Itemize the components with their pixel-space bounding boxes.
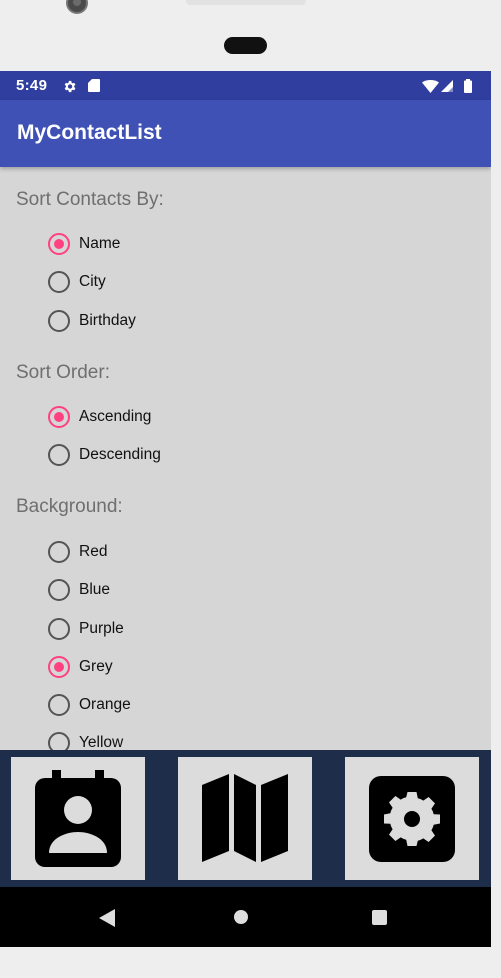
map-icon: [202, 774, 288, 862]
radio-bg-red[interactable]: Red: [48, 540, 107, 564]
radio-button[interactable]: [48, 444, 70, 466]
radio-button-checked[interactable]: [48, 406, 70, 428]
app-bar: MyContactList: [0, 100, 491, 167]
radio-label: Blue: [79, 581, 111, 598]
battery-icon: [464, 79, 472, 93]
radio-label: Red: [79, 543, 108, 560]
settings-gear-icon: [369, 776, 455, 862]
radio-button[interactable]: [48, 271, 70, 293]
radio-label: Name: [79, 235, 121, 252]
contact-list-icon: [35, 770, 121, 867]
background-title: Background:: [16, 496, 123, 517]
radio-order-descending[interactable]: Descending: [48, 443, 161, 467]
radio-bg-purple[interactable]: Purple: [48, 617, 124, 641]
radio-label: Ascending: [79, 408, 152, 425]
radio-button[interactable]: [48, 310, 70, 332]
radio-order-ascending[interactable]: Ascending: [48, 405, 151, 429]
sd-card-icon: [88, 79, 100, 92]
home-icon[interactable]: [234, 910, 248, 924]
map-button[interactable]: [178, 757, 312, 880]
back-icon[interactable]: [99, 909, 115, 927]
radio-label: Purple: [79, 620, 124, 637]
radio-label: Birthday: [79, 312, 136, 329]
bottom-nav-bar: [0, 750, 491, 887]
radio-label: City: [79, 273, 106, 290]
signal-icon: [441, 80, 453, 92]
radio-button[interactable]: [48, 541, 70, 563]
settings-icon: [64, 80, 76, 93]
status-time: 5:49: [16, 77, 48, 94]
radio-button[interactable]: [48, 694, 70, 716]
sort-by-title: Sort Contacts By:: [16, 189, 164, 210]
system-nav-bar: [0, 887, 491, 947]
device-frame: 5:49 MyContactList Sort Contacts By: Nam…: [0, 0, 501, 978]
earpiece-speaker: [224, 37, 267, 54]
top-sensor: [186, 0, 306, 5]
front-camera: [66, 0, 88, 14]
settings-button[interactable]: [345, 757, 479, 880]
app-title: MyContactList: [17, 121, 162, 144]
radio-bg-grey[interactable]: Grey: [48, 655, 113, 679]
radio-bg-orange[interactable]: Orange: [48, 693, 131, 717]
radio-label: Grey: [79, 658, 113, 675]
wifi-icon: [422, 80, 439, 93]
radio-label: Orange: [79, 696, 131, 713]
radio-button[interactable]: [48, 579, 70, 601]
radio-label: Descending: [79, 446, 161, 463]
radio-sort-birthday[interactable]: Birthday: [48, 309, 136, 333]
radio-sort-name[interactable]: Name: [48, 232, 120, 256]
sort-order-title: Sort Order:: [16, 362, 110, 383]
radio-button-checked[interactable]: [48, 656, 70, 678]
screen: 5:49 MyContactList Sort Contacts By: Nam…: [0, 71, 491, 947]
status-bar: 5:49: [0, 71, 491, 100]
radio-sort-city[interactable]: City: [48, 270, 106, 294]
recents-icon[interactable]: [372, 910, 387, 925]
contact-list-button[interactable]: [11, 757, 145, 880]
radio-button[interactable]: [48, 618, 70, 640]
radio-button-checked[interactable]: [48, 233, 70, 255]
radio-bg-blue[interactable]: Blue: [48, 578, 110, 602]
